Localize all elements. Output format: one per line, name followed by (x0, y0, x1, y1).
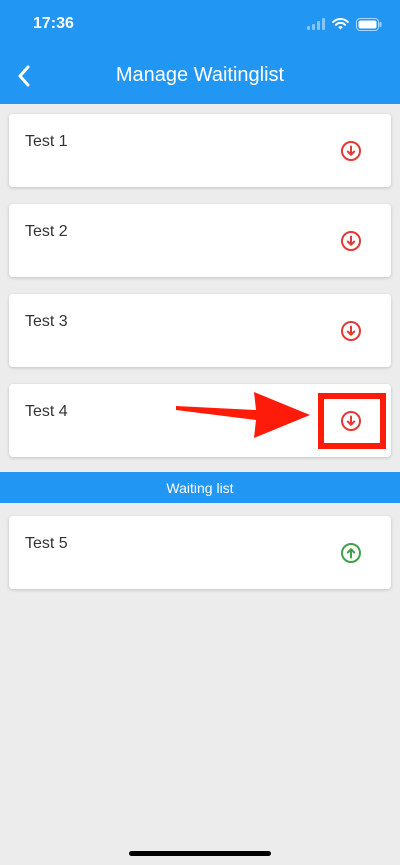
annotation-highlight-box (318, 393, 386, 449)
move-to-waiting-button[interactable] (339, 319, 363, 343)
list-item: Test 2 (9, 204, 391, 277)
waiting-list-item: Test 5 (9, 516, 391, 589)
list-item-label: Test 3 (25, 313, 68, 330)
status-time: 17:36 (33, 15, 74, 32)
move-to-waiting-button[interactable] (339, 229, 363, 253)
list-item-label: Test 5 (25, 535, 68, 552)
annotation-arrow-icon (176, 392, 310, 438)
waiting-list-header: Waiting list (0, 472, 400, 503)
list-item: Test 1 (9, 114, 391, 187)
arrow-up-circle-icon (341, 543, 361, 563)
page-title: Manage Waitinglist (115, 64, 285, 86)
arrow-down-circle-icon (341, 141, 361, 161)
move-to-waiting-button[interactable] (339, 139, 363, 163)
wifi-icon (332, 18, 349, 30)
arrow-down-circle-icon (341, 321, 361, 341)
list-item-label: Test 1 (25, 133, 68, 150)
list-item-label: Test 4 (25, 403, 68, 420)
move-to-active-button[interactable] (339, 541, 363, 565)
list-item: Test 3 (9, 294, 391, 367)
arrow-down-circle-icon (341, 231, 361, 251)
status-bar: 17:36 (0, 0, 400, 50)
cellular-signal-icon (307, 18, 325, 30)
list-item-label: Test 2 (25, 223, 68, 240)
app-bar: 17:36 Manage Waitinglist (0, 0, 400, 104)
battery-icon (356, 17, 382, 31)
home-indicator (129, 851, 271, 856)
nav-row: Manage Waitinglist (0, 50, 400, 104)
status-icons (307, 15, 382, 33)
